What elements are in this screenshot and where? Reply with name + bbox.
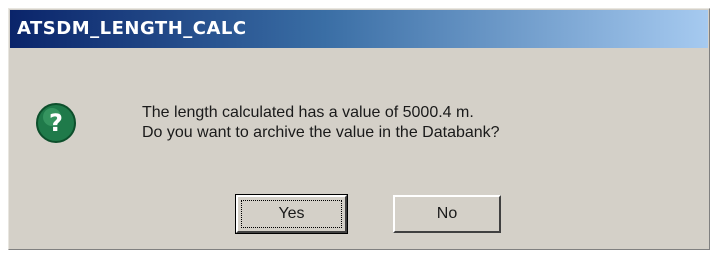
question-glyph: ? xyxy=(49,109,63,137)
message-line-1: The length calculated has a value of 500… xyxy=(142,104,474,121)
focus-rectangle xyxy=(241,200,342,228)
no-button-label: No xyxy=(436,205,458,222)
dialog-message: The length calculated has a value of 500… xyxy=(142,103,500,143)
message-dialog: ATSDM_LENGTH_CALC ? The length calculate… xyxy=(8,8,710,250)
yes-button[interactable]: Yes xyxy=(235,194,348,234)
title-bar[interactable]: ATSDM_LENGTH_CALC xyxy=(10,10,708,48)
window-title: ATSDM_LENGTH_CALC xyxy=(17,18,247,39)
no-button[interactable]: No xyxy=(393,195,501,233)
message-line-2: Do you want to archive the value in the … xyxy=(142,124,500,141)
question-icon: ? xyxy=(36,103,76,143)
